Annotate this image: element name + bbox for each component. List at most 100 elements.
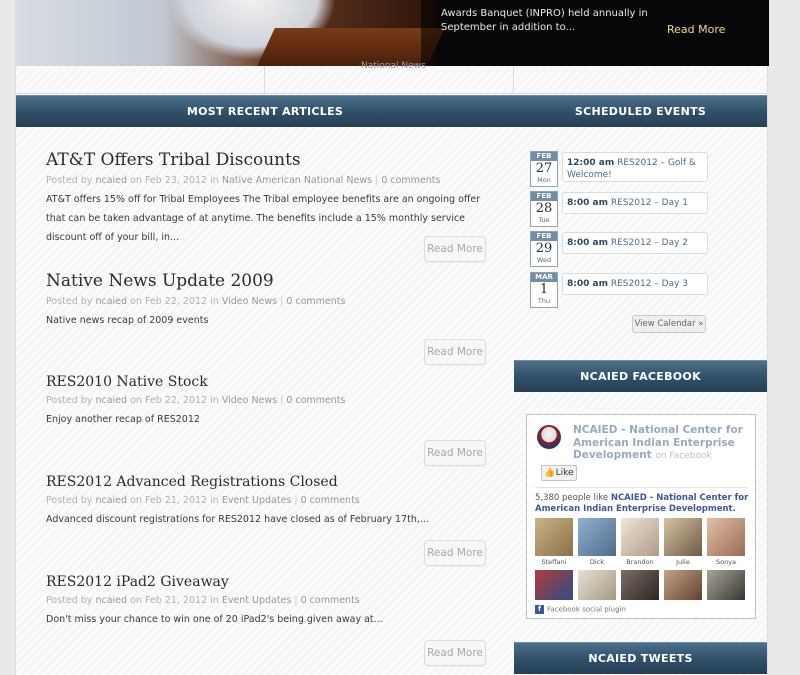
event-time: 8:00 am: [567, 198, 608, 208]
article-date: on Feb 22, 2012 in: [130, 296, 219, 307]
article-date: on Feb 23, 2012 in: [130, 175, 219, 186]
fan-name: Brandon: [626, 558, 654, 566]
divider: [535, 487, 747, 488]
facebook-on-label: on Facebook: [655, 451, 712, 461]
article-author-link[interactable]: ncaied: [95, 296, 127, 307]
read-more-button[interactable]: Read More: [424, 440, 486, 466]
article-comments-link[interactable]: 0 comments: [301, 495, 360, 506]
featured-read-more-link[interactable]: Read More: [667, 23, 725, 36]
facebook-like-count: 5,380 people like NCAIED - National Cent…: [535, 493, 751, 515]
article-author-link[interactable]: ncaied: [95, 175, 127, 186]
calendar-day: 29: [535, 241, 553, 256]
event-link[interactable]: 8:00 am RES2012 – Day 2: [562, 232, 708, 254]
fan-avatar[interactable]: [535, 518, 573, 556]
facebook-social-plugin-link[interactable]: f Facebook social plugin: [535, 605, 626, 614]
event-title: RES2012 – Day 2: [610, 238, 688, 248]
article-excerpt: AT&T offers 15% off for Tribal Employees…: [46, 194, 481, 243]
event-item[interactable]: FEB 27 Mon 12:00 am RES2012 – Golf & Wel…: [528, 151, 708, 187]
calendar-day: 27: [535, 161, 553, 176]
fan-avatar[interactable]: [664, 570, 702, 600]
page-container: Awards Banquet (INPRO) held annually in …: [15, 0, 769, 675]
event-item[interactable]: MAR 1 Thu 8:00 am RES2012 – Day 3: [528, 272, 708, 308]
fan-avatar[interactable]: [621, 518, 659, 556]
article-author-link[interactable]: ncaied: [95, 495, 127, 506]
calendar-day: 28: [535, 201, 553, 216]
section-header-scheduled-events: SCHEDULED EVENTS: [514, 95, 767, 127]
calendar-date-icon: FEB 29 Wed: [530, 231, 558, 267]
fan-avatar[interactable]: [535, 570, 573, 600]
calendar-month: FEB: [531, 232, 557, 241]
article-item: Native News Update 2009 Posted by ncaied…: [46, 271, 486, 365]
fan-avatar[interactable]: [664, 518, 702, 556]
facebook-like-box: NCAIED - National Center for American In…: [526, 414, 756, 619]
event-title: RES2012 – Day 3: [610, 279, 688, 289]
section-header-tweets: NCAIED TWEETS: [514, 642, 767, 674]
event-item[interactable]: FEB 29 Wed 8:00 am RES2012 – Day 2: [528, 231, 708, 267]
article-meta: Posted by ncaied on Feb 22, 2012 in Vide…: [46, 395, 346, 406]
article-author-link[interactable]: ncaied: [95, 595, 127, 606]
fan-avatar[interactable]: [578, 570, 616, 600]
calendar-weekday: Wed: [536, 256, 552, 264]
event-time: 8:00 am: [567, 238, 608, 248]
fan-avatar[interactable]: [621, 570, 659, 600]
article-meta: Posted by ncaied on Feb 21, 2012 in Even…: [46, 595, 360, 606]
slider-tab-national-news[interactable]: National News: [361, 61, 426, 71]
article-author-link[interactable]: ncaied: [95, 395, 127, 406]
article-comments-link[interactable]: 0 comments: [286, 296, 345, 307]
fan-name: Dick: [589, 558, 605, 566]
article-category-link[interactable]: Event Updates: [222, 495, 292, 506]
read-more-button[interactable]: Read More: [424, 640, 486, 666]
article-category-link[interactable]: Event Updates: [222, 595, 292, 606]
event-time: 8:00 am: [567, 279, 608, 289]
slider-tab-divider: [264, 66, 265, 94]
article-item: RES2012 iPad2 Giveaway Posted by ncaied …: [46, 574, 486, 666]
fan-name: Julie: [676, 558, 690, 566]
fan-avatar[interactable]: [707, 518, 745, 556]
article-title-link[interactable]: AT&T Offers Tribal Discounts: [46, 150, 486, 170]
fan-name: Sonya: [715, 558, 737, 566]
view-calendar-button[interactable]: View Calendar »: [632, 315, 706, 333]
event-link[interactable]: 8:00 am RES2012 – Day 3: [562, 273, 708, 295]
read-more-button[interactable]: Read More: [424, 540, 486, 566]
article-title-link[interactable]: Native News Update 2009: [46, 271, 486, 291]
fan-name: Steffani: [541, 558, 567, 566]
facebook-like-label: Like: [555, 468, 574, 478]
thumbs-up-icon: 👍: [544, 468, 556, 478]
article-category-link[interactable]: Native American National News: [222, 175, 372, 186]
event-link[interactable]: 12:00 am RES2012 – Golf & Welcome!: [562, 152, 708, 182]
facebook-page-link[interactable]: NCAIED - National Center for American In…: [573, 424, 753, 463]
article-category-link[interactable]: Video News: [222, 395, 277, 406]
calendar-weekday: Tue: [538, 216, 550, 224]
facebook-like-button[interactable]: 👍 Like: [541, 465, 577, 481]
featured-slider[interactable]: Awards Banquet (INPRO) held annually in …: [16, 0, 769, 66]
article-meta-label: Posted by: [46, 495, 93, 506]
featured-caption-text: Awards Banquet (INPRO) held annually in …: [441, 8, 648, 33]
event-link[interactable]: 8:00 am RES2012 – Day 1: [562, 192, 708, 214]
article-excerpt: Advanced discount registrations for RES2…: [46, 514, 429, 525]
article-comments-link[interactable]: 0 comments: [381, 175, 440, 186]
article-item: AT&T Offers Tribal Discounts Posted by n…: [46, 150, 486, 262]
facebook-plugin-label: Facebook social plugin: [547, 605, 626, 614]
article-category-link[interactable]: Video News: [222, 296, 277, 307]
fan-avatar[interactable]: [707, 570, 745, 600]
event-item[interactable]: FEB 28 Tue 8:00 am RES2012 – Day 1: [528, 191, 708, 227]
article-excerpt: Don't miss your chance to win one of 20 …: [46, 614, 383, 625]
fan-avatar[interactable]: [578, 518, 616, 556]
section-header-recent-articles: MOST RECENT ARTICLES: [16, 95, 514, 127]
read-more-button[interactable]: Read More: [424, 339, 486, 365]
article-meta: Posted by ncaied on Feb 21, 2012 in Even…: [46, 495, 360, 506]
article-comments-link[interactable]: 0 comments: [301, 595, 360, 606]
article-title-link[interactable]: RES2012 Advanced Registrations Closed: [46, 474, 486, 490]
facebook-count-text: 5,380 people like: [535, 493, 609, 503]
article-date: on Feb 21, 2012 in: [130, 495, 219, 506]
calendar-weekday: Mon: [537, 176, 551, 184]
article-comments-link[interactable]: 0 comments: [286, 395, 345, 406]
article-excerpt: Enjoy another recap of RES2012: [46, 414, 200, 425]
article-title-link[interactable]: RES2010 Native Stock: [46, 374, 486, 390]
calendar-weekday: Thu: [537, 297, 551, 305]
read-more-button[interactable]: Read More: [424, 236, 486, 262]
ncaied-logo-icon: [537, 425, 561, 449]
article-title-link[interactable]: RES2012 iPad2 Giveaway: [46, 574, 486, 590]
event-title: RES2012 – Day 1: [610, 198, 688, 208]
facebook-icon: f: [535, 605, 544, 614]
